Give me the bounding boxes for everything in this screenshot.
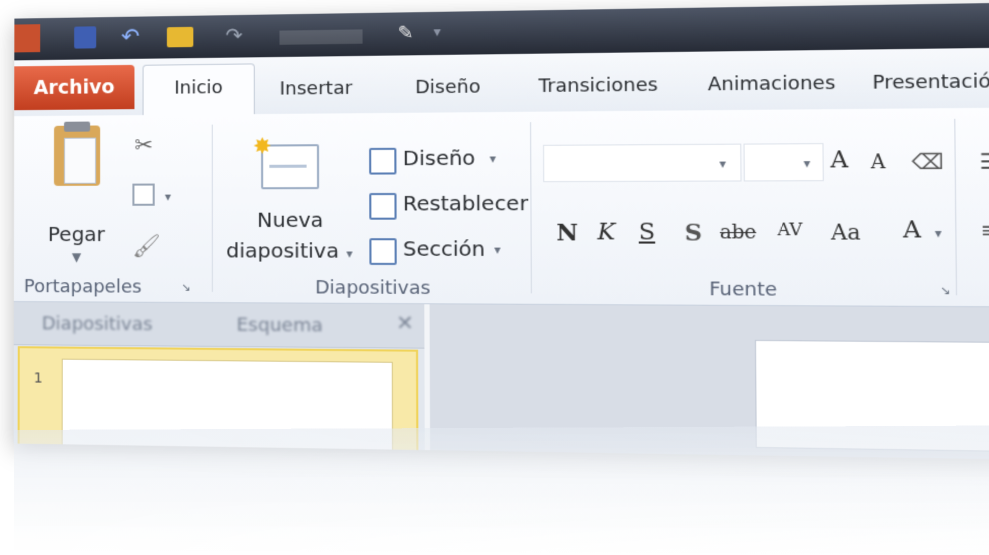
paste-clip-icon	[64, 122, 90, 132]
align-left-icon[interactable]: ≡	[980, 217, 989, 243]
powerpoint-window: ↶ ↷ ✎ ▾ Pr Archivo Inicio Insertar Diseñ…	[14, 2, 989, 460]
bullets-icon[interactable]: ☰	[980, 148, 989, 174]
app-icon[interactable]	[14, 24, 40, 52]
font-size-dropdown-icon[interactable]: ▾	[804, 156, 811, 171]
new-slide-dropdown-icon[interactable]: ▾	[346, 246, 352, 260]
tab-animaciones[interactable]: Animaciones	[708, 58, 836, 110]
underline-button[interactable]: S	[639, 219, 656, 245]
shadow-button[interactable]: S	[685, 219, 703, 246]
group-paragraph: ☰ ≣ ≡ ≡	[959, 107, 989, 306]
font-name-dropdown-icon[interactable]: ▾	[719, 156, 726, 171]
cut-icon[interactable]: ✂	[134, 133, 153, 158]
group-font: ▾ ▾ A A ⌫ N K S S abe AV Aa A ▾ Fuente ↘	[534, 108, 956, 306]
group-divider	[530, 122, 532, 293]
tab-presentacion[interactable]: Presentación con dia	[872, 55, 989, 109]
new-slide-label-line1[interactable]: Nueva	[257, 207, 323, 232]
format-painter-icon[interactable]: 🖌	[132, 234, 160, 259]
new-slide-line-icon	[269, 165, 306, 168]
redo-icon[interactable]: ↷	[222, 24, 247, 47]
shrink-font-button[interactable]: A	[871, 151, 886, 173]
group-clipboard: Pegar ▼ ✂ ▾ 🖌 Portapapeles ↘	[14, 114, 216, 302]
save-icon[interactable]	[74, 26, 96, 48]
font-group-label: Fuente	[709, 278, 777, 300]
reset-button[interactable]: Restablecer	[403, 191, 528, 216]
paste-dropdown-icon[interactable]: ▼	[72, 250, 81, 264]
open-folder-icon[interactable]	[167, 27, 193, 48]
section-dropdown-icon[interactable]: ▾	[494, 242, 501, 257]
tab-diseno[interactable]: Diseño	[415, 63, 481, 113]
sparkle-icon: ✸	[253, 134, 272, 160]
copy-dropdown-icon[interactable]: ▾	[165, 190, 171, 204]
tab-diapositivas[interactable]: Diapositivas	[42, 306, 153, 343]
screenshot-stage: ↶ ↷ ✎ ▾ Pr Archivo Inicio Insertar Diseñ…	[0, 0, 989, 555]
layout-button[interactable]: Diseño	[403, 145, 476, 170]
change-case-button[interactable]: Aa	[831, 219, 861, 245]
group-divider	[212, 125, 213, 292]
reset-icon[interactable]	[369, 193, 396, 220]
italic-button[interactable]: K	[597, 220, 615, 246]
ribbon-tabs: Archivo Inicio Insertar Diseño Transicio…	[14, 47, 989, 117]
tab-inicio[interactable]: Inicio	[143, 63, 255, 116]
paste-button[interactable]: Pegar	[48, 222, 105, 246]
clipboard-launcher-icon[interactable]: ↘	[181, 281, 190, 294]
clipboard-group-label: Portapapeles	[24, 276, 142, 298]
group-slides: ✸ Nueva diapositiva ▾ Diseño ▾ Restablec…	[216, 112, 531, 304]
layout-dropdown-icon[interactable]: ▾	[490, 151, 496, 166]
tab-esquema[interactable]: Esquema	[237, 307, 323, 344]
panel-tabs: Diapositivas Esquema ✕	[14, 302, 425, 349]
font-color-dropdown-icon[interactable]: ▾	[935, 226, 942, 241]
tab-archivo[interactable]: Archivo	[14, 65, 134, 110]
window-reflection	[14, 425, 989, 554]
tab-insertar[interactable]: Insertar	[280, 64, 353, 114]
undo-icon[interactable]: ↶	[118, 26, 142, 48]
slide-number: 1	[34, 370, 43, 386]
close-panel-icon[interactable]: ✕	[396, 310, 414, 335]
grow-font-button[interactable]: A	[830, 147, 848, 174]
slides-group-label: Diapositivas	[315, 277, 430, 299]
tab-transiciones[interactable]: Transiciones	[538, 61, 658, 112]
font-color-button[interactable]: A	[903, 217, 921, 244]
title-separator	[279, 29, 362, 44]
bold-button[interactable]: N	[556, 220, 578, 247]
pen-icon[interactable]: ✎	[394, 21, 417, 44]
new-slide-label-line2[interactable]: diapositiva	[226, 238, 339, 263]
customize-toolbar-icon[interactable]: ▾	[428, 21, 447, 44]
font-name-combo[interactable]	[543, 144, 742, 183]
font-size-combo[interactable]	[744, 143, 824, 181]
character-spacing-button[interactable]: AV	[777, 219, 802, 239]
section-button[interactable]: Sección	[403, 236, 485, 261]
copy-icon[interactable]	[132, 184, 154, 206]
section-icon[interactable]	[369, 238, 396, 265]
clear-format-icon[interactable]: ⌫	[911, 149, 943, 175]
ribbon-body: Pegar ▼ ✂ ▾ 🖌 Portapapeles ↘ ✸ Nueva dia…	[14, 107, 989, 307]
layout-icon[interactable]	[369, 148, 396, 175]
paste-paper-icon	[64, 138, 96, 184]
strikethrough-button[interactable]: abe	[720, 222, 757, 244]
font-launcher-icon[interactable]: ↘	[940, 283, 951, 297]
